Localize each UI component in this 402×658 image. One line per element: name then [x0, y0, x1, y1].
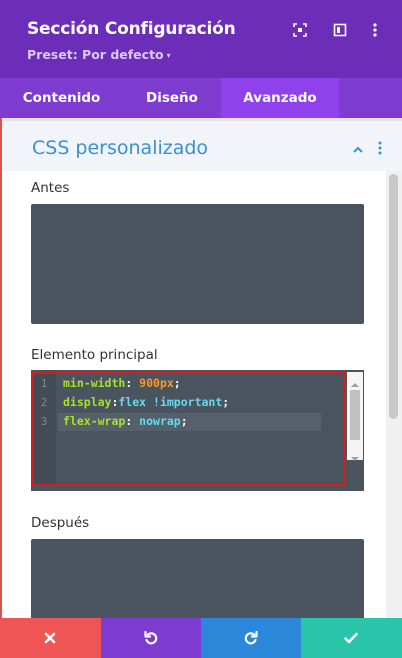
more-vertical-icon[interactable] — [375, 140, 385, 156]
undo-button[interactable] — [101, 618, 201, 658]
scroll-up-arrow-icon[interactable] — [350, 374, 360, 387]
scroll-down-arrow-icon[interactable] — [350, 448, 360, 461]
panel-scrollbar-thumb[interactable] — [389, 174, 398, 419]
caret-down-icon: ▾ — [166, 51, 171, 60]
settings-panel: Sección Configuración Preset: Por defect… — [0, 0, 402, 658]
panel-title: Sección Configuración — [27, 19, 236, 39]
tab-avanzado[interactable]: Avanzado — [221, 78, 339, 118]
main-element-label: Elemento principal — [31, 347, 158, 363]
tab-bar: Contenido Diseño Avanzado — [0, 78, 402, 118]
undo-icon — [144, 630, 158, 645]
split-view-icon[interactable] — [332, 22, 348, 38]
redo-icon — [244, 630, 258, 645]
section-header[interactable]: CSS personalizado — [2, 121, 402, 171]
left-edge-marker — [0, 118, 2, 618]
preset-selector[interactable]: Preset: Por defecto ▾ — [27, 47, 171, 62]
before-label: Antes — [31, 180, 70, 196]
redo-button[interactable] — [201, 618, 301, 658]
preset-label: Preset: Por defecto — [27, 47, 164, 62]
cancel-button[interactable] — [0, 618, 101, 658]
after-css-input[interactable] — [31, 539, 364, 618]
save-button[interactable] — [301, 618, 402, 658]
tab-diseno[interactable]: Diseño — [123, 78, 221, 118]
section-title: CSS personalizado — [32, 137, 209, 159]
close-icon — [44, 632, 56, 644]
highlight-outline — [32, 372, 346, 486]
focus-icon[interactable] — [292, 22, 308, 38]
panel-content: CSS personalizado Antes Elemento princip… — [0, 118, 402, 618]
tab-contenido[interactable]: Contenido — [0, 78, 123, 118]
check-icon — [344, 632, 358, 644]
editor-scrollbar-thumb[interactable] — [350, 390, 360, 440]
before-css-input[interactable] — [31, 204, 364, 324]
after-label: Después — [31, 515, 90, 531]
action-bar — [0, 618, 402, 658]
panel-header: Sección Configuración Preset: Por defect… — [0, 0, 402, 78]
more-vertical-icon[interactable] — [367, 22, 383, 38]
chevron-up-icon[interactable] — [351, 142, 365, 156]
